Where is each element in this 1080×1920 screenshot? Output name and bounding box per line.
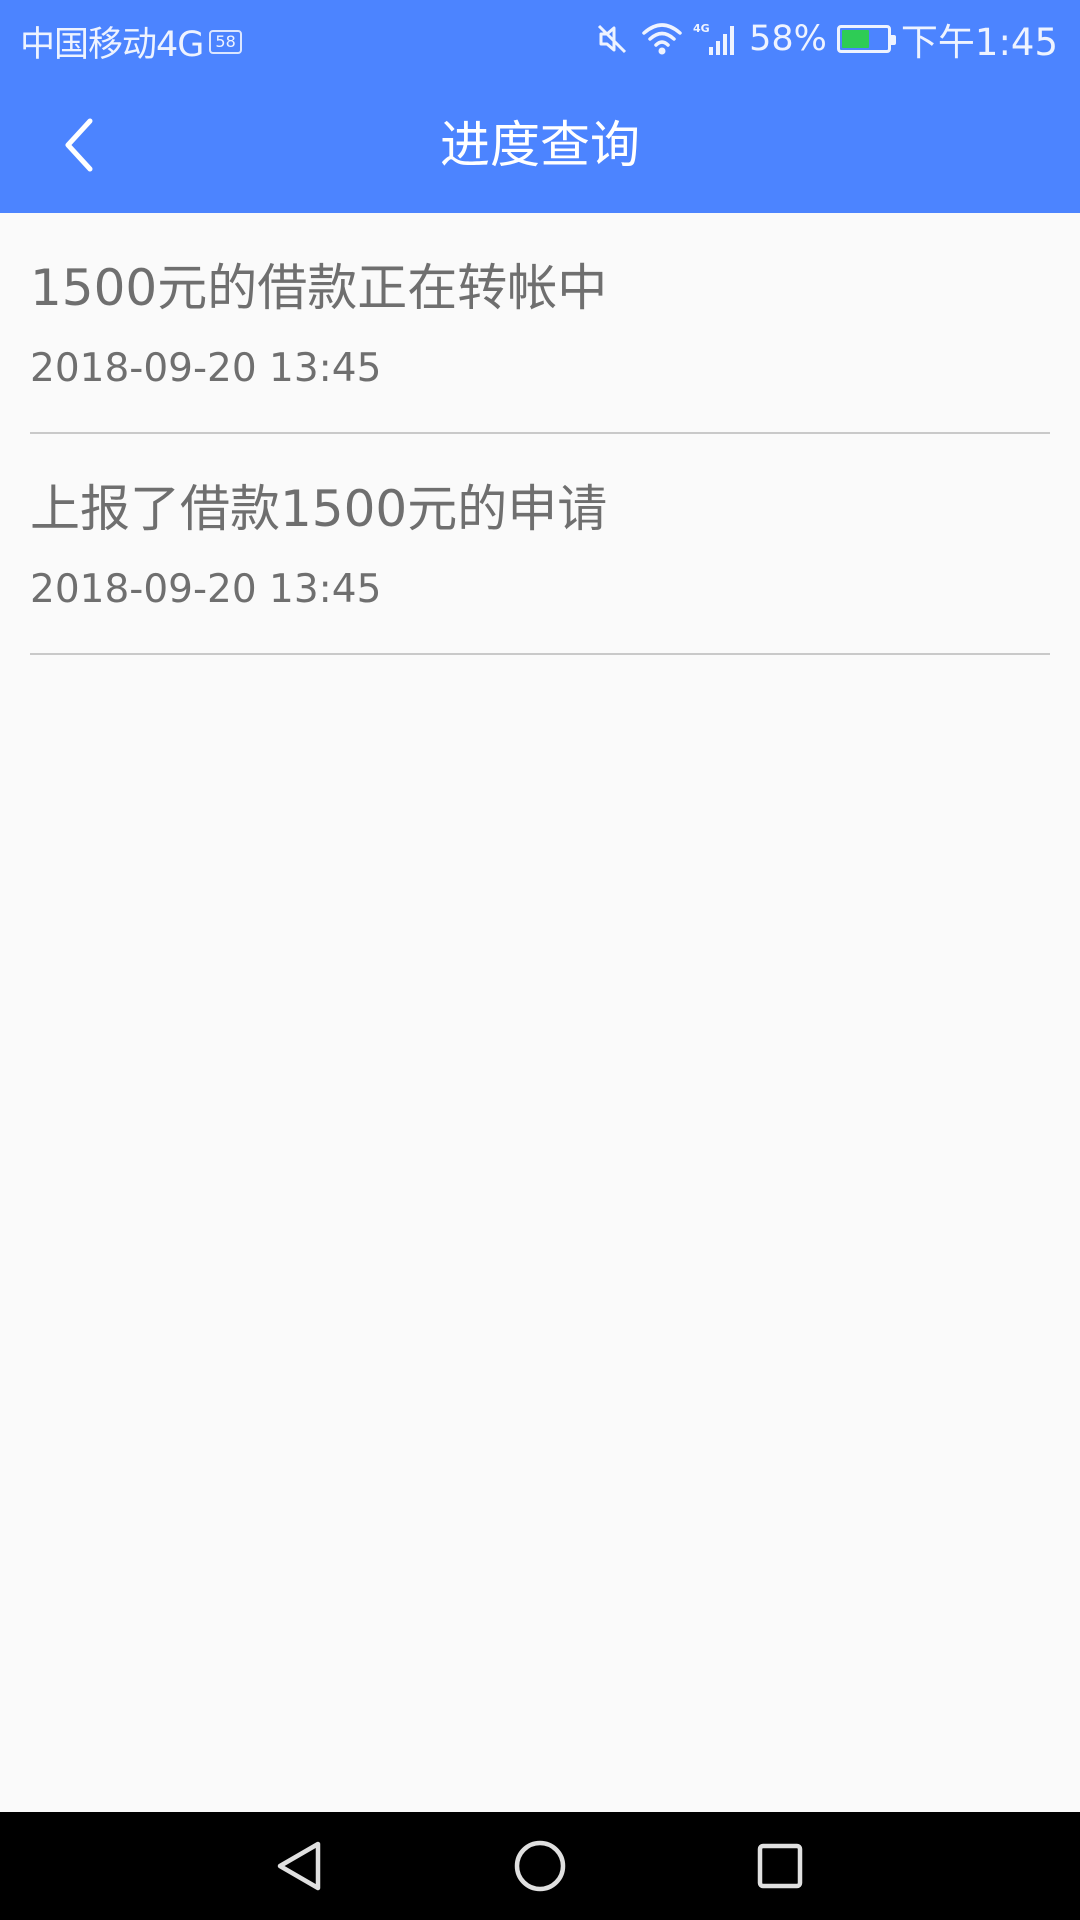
system-recents-button[interactable] <box>745 1834 815 1898</box>
carrier-label: 中国移动4G <box>20 25 204 65</box>
system-navigation-bar <box>0 1812 1080 1920</box>
system-back-button[interactable] <box>265 1834 335 1898</box>
battery-percent: 58% <box>749 19 827 59</box>
battery-charging-icon <box>836 25 896 53</box>
status-left: 中国移动4G 58 <box>20 16 242 67</box>
status-bar: 中国移动4G 58 4G 58% 下午1:45 <box>0 0 1080 75</box>
signal-icon: 4G <box>693 21 739 57</box>
status-right: 4G 58% 下午1:45 <box>593 12 1058 66</box>
system-home-button[interactable] <box>505 1834 575 1898</box>
progress-description: 1500元的借款正在转帐中 <box>30 259 608 317</box>
progress-list: 1500元的借款正在转帐中 2018-09-20 13:45 上报了借款1500… <box>0 213 1080 655</box>
nav-bar: 进度查询 <box>0 75 1080 213</box>
page-title: 进度查询 <box>440 116 640 174</box>
progress-timestamp: 2018-09-20 13:45 <box>30 346 382 391</box>
list-item: 1500元的借款正在转帐中 2018-09-20 13:45 <box>30 213 1050 434</box>
back-triangle-icon <box>277 1841 321 1891</box>
wifi-icon <box>641 21 683 57</box>
network-type-label: 4G <box>693 22 710 35</box>
sim-badge: 58 <box>209 29 242 54</box>
progress-description: 上报了借款1500元的申请 <box>30 480 608 538</box>
progress-timestamp: 2018-09-20 13:45 <box>30 567 382 612</box>
recents-square-icon <box>757 1843 803 1889</box>
list-item: 上报了借款1500元的申请 2018-09-20 13:45 <box>30 434 1050 655</box>
home-circle-icon <box>514 1840 566 1892</box>
app-header: 中国移动4G 58 4G 58% 下午1:45 进度查询 <box>0 0 1080 213</box>
clock: 下午1:45 <box>900 21 1058 64</box>
mute-icon <box>593 20 631 58</box>
